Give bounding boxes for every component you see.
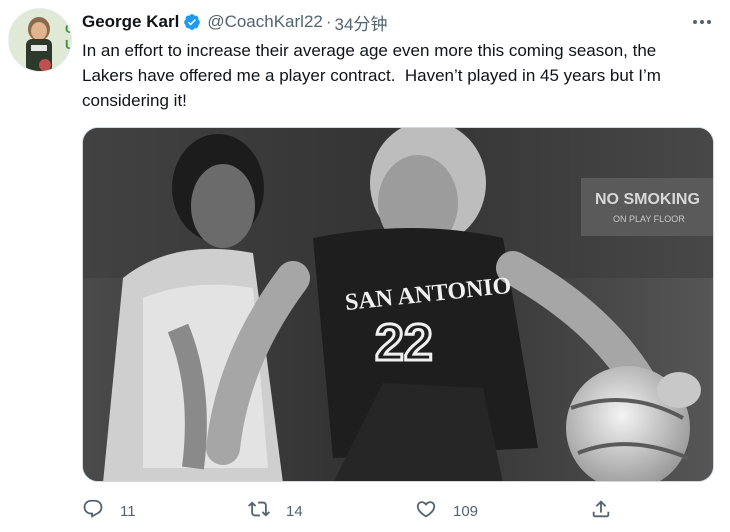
tweet-photo[interactable]: NO SMOKING ON PLAY FLOOR SAN ANTONIO 22 bbox=[82, 127, 714, 482]
jersey-number: 22 bbox=[375, 314, 433, 372]
like-button[interactable]: 109 bbox=[415, 497, 478, 525]
more-options-icon[interactable] bbox=[690, 10, 714, 34]
author-name[interactable]: George Karl bbox=[82, 12, 179, 32]
tweet[interactable]: C U George Karl @CoachKarl22 · 34分钟 In a… bbox=[0, 0, 730, 532]
tweet-timestamp[interactable]: 34分钟 bbox=[335, 10, 388, 35]
reply-count: 11 bbox=[120, 502, 136, 520]
tweet-actions: 11 14 109 bbox=[82, 497, 622, 525]
sign-text: NO SMOKING bbox=[595, 191, 700, 208]
share-button[interactable] bbox=[590, 497, 612, 525]
retweet-icon bbox=[248, 498, 270, 525]
author-handle[interactable]: @CoachKarl22 bbox=[207, 12, 323, 32]
svg-text:U: U bbox=[65, 37, 72, 52]
tweet-header: George Karl @CoachKarl22 · 34分钟 bbox=[82, 10, 388, 35]
reply-icon bbox=[82, 498, 104, 525]
retweet-count: 14 bbox=[286, 502, 303, 520]
svg-text:C: C bbox=[65, 21, 72, 36]
verified-badge-icon bbox=[183, 13, 201, 31]
reply-button[interactable]: 11 bbox=[82, 497, 136, 525]
separator-dot: · bbox=[325, 12, 332, 31]
like-count: 109 bbox=[453, 502, 479, 520]
tweet-text: In an effort to increase their average a… bbox=[82, 41, 661, 110]
author-avatar[interactable]: C U bbox=[8, 8, 72, 72]
retweet-button[interactable]: 14 bbox=[248, 497, 303, 525]
share-icon bbox=[590, 498, 612, 525]
like-icon bbox=[415, 498, 437, 525]
sign-subtext: ON PLAY FLOOR bbox=[613, 214, 685, 224]
